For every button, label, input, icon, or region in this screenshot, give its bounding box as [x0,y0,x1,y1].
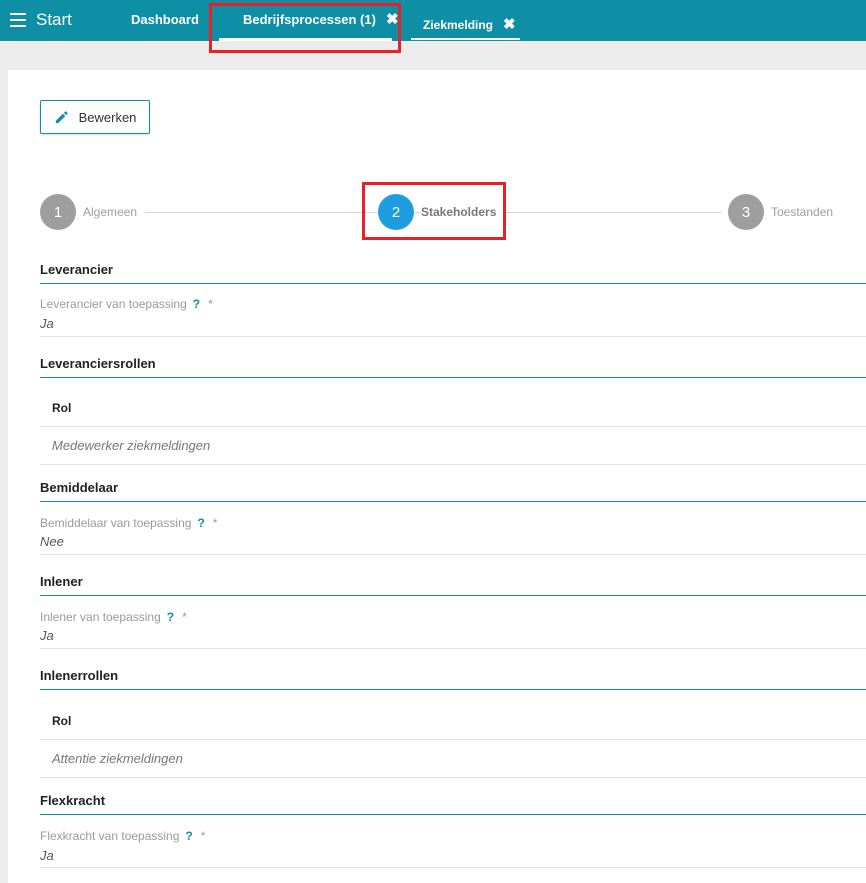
tab-ziekmelding[interactable]: Ziekmelding ✖ [423,17,516,32]
required-marker: * [208,297,213,311]
section-title-bemiddelaar: Bemiddelaar [40,480,119,495]
field-label-text: Bemiddelaar van toepassing [40,516,192,530]
tab-ziekmelding-underline [411,38,520,40]
required-marker: * [200,829,206,843]
active-tab-indicator [219,38,392,41]
table-header-divider [40,739,866,740]
field-value-inlener: Ja [40,628,54,643]
section-divider [40,595,866,596]
field-value-leverancier: Ja [40,316,54,331]
close-icon[interactable]: ✖ [503,17,516,32]
section-divider [40,689,866,690]
step-label: Algemeen [83,205,146,219]
section-divider [40,283,866,284]
step-number: 3 [728,194,764,230]
field-label-flexkracht: Flexkracht van toepassing ? * [40,829,205,843]
field-label-text: Inlener van toepassing [40,610,161,624]
help-icon[interactable]: ? [167,610,174,624]
step-number: 2 [378,194,414,230]
column-header-rol: Rol [52,401,72,415]
start-label: Start [36,10,72,29]
column-header-rol: Rol [52,714,72,728]
tab-bedrijfsprocessen-label: Bedrijfsprocessen (1) [243,12,376,27]
pencil-icon [55,110,68,123]
section-title-flexkracht: Flexkracht [40,793,106,808]
field-value-flexkracht: Ja [40,848,54,863]
section-title-inlenerrollen: Inlenerrollen [40,668,119,683]
close-icon[interactable]: ✖ [386,12,399,27]
tab-dashboard-label: Dashboard [131,12,199,27]
step-label: Toestanden [771,205,842,219]
section-title-inlener: Inlener [40,574,83,589]
required-marker: * [212,516,218,530]
help-icon[interactable]: ? [197,516,204,530]
step-label: Stakeholders [421,205,505,219]
field-label-text: Flexkracht van toepassing [40,829,180,843]
tab-bedrijfsprocessen[interactable]: Bedrijfsprocessen (1) ✖ [243,12,399,27]
start-menu-button[interactable]: Start [10,9,72,31]
step-number: 1 [40,194,76,230]
table-row-divider [40,464,866,465]
help-icon[interactable]: ? [193,297,200,311]
tab-ziekmelding-label: Ziekmelding [423,17,494,32]
section-title-leveranciersrollen: Leveranciersrollen [40,356,156,371]
field-label-text: Leverancier van toepassing [40,297,187,311]
step-algemeen[interactable]: 1 Algemeen [40,194,146,230]
field-label-bemiddelaar: Bemiddelaar van toepassing ? * [40,516,217,530]
field-label-inlener: Inlener van toepassing ? * [40,610,187,624]
required-marker: * [182,610,187,624]
top-navigation-bar: Start Dashboard Bedrijfsprocessen (1) ✖ … [0,0,866,41]
step-stakeholders[interactable]: 2 Stakeholders [378,194,505,230]
field-divider [40,554,866,555]
section-divider [40,814,866,815]
hamburger-icon [10,13,26,27]
edit-button-label: Bewerken [78,109,137,125]
field-divider [40,336,866,337]
section-title-leverancier: Leverancier [40,262,113,277]
section-divider [40,501,866,502]
step-toestanden[interactable]: 3 Toestanden [728,194,842,230]
field-value-bemiddelaar: Nee [40,534,64,549]
table-row-divider [40,777,866,778]
table-row[interactable]: Attentie ziekmeldingen [52,751,183,766]
section-divider [40,377,866,378]
content-card: Bewerken 1 Algemeen 2 Stakeholders 3 Toe… [8,70,866,883]
field-divider [40,867,866,868]
table-row[interactable]: Medewerker ziekmeldingen [52,438,210,453]
edit-button[interactable]: Bewerken [40,100,150,134]
field-divider [40,648,866,649]
help-icon[interactable]: ? [185,829,192,843]
tab-dashboard[interactable]: Dashboard [131,12,199,27]
table-header-divider [40,426,866,427]
field-label-leverancier: Leverancier van toepassing ? * [40,297,213,311]
